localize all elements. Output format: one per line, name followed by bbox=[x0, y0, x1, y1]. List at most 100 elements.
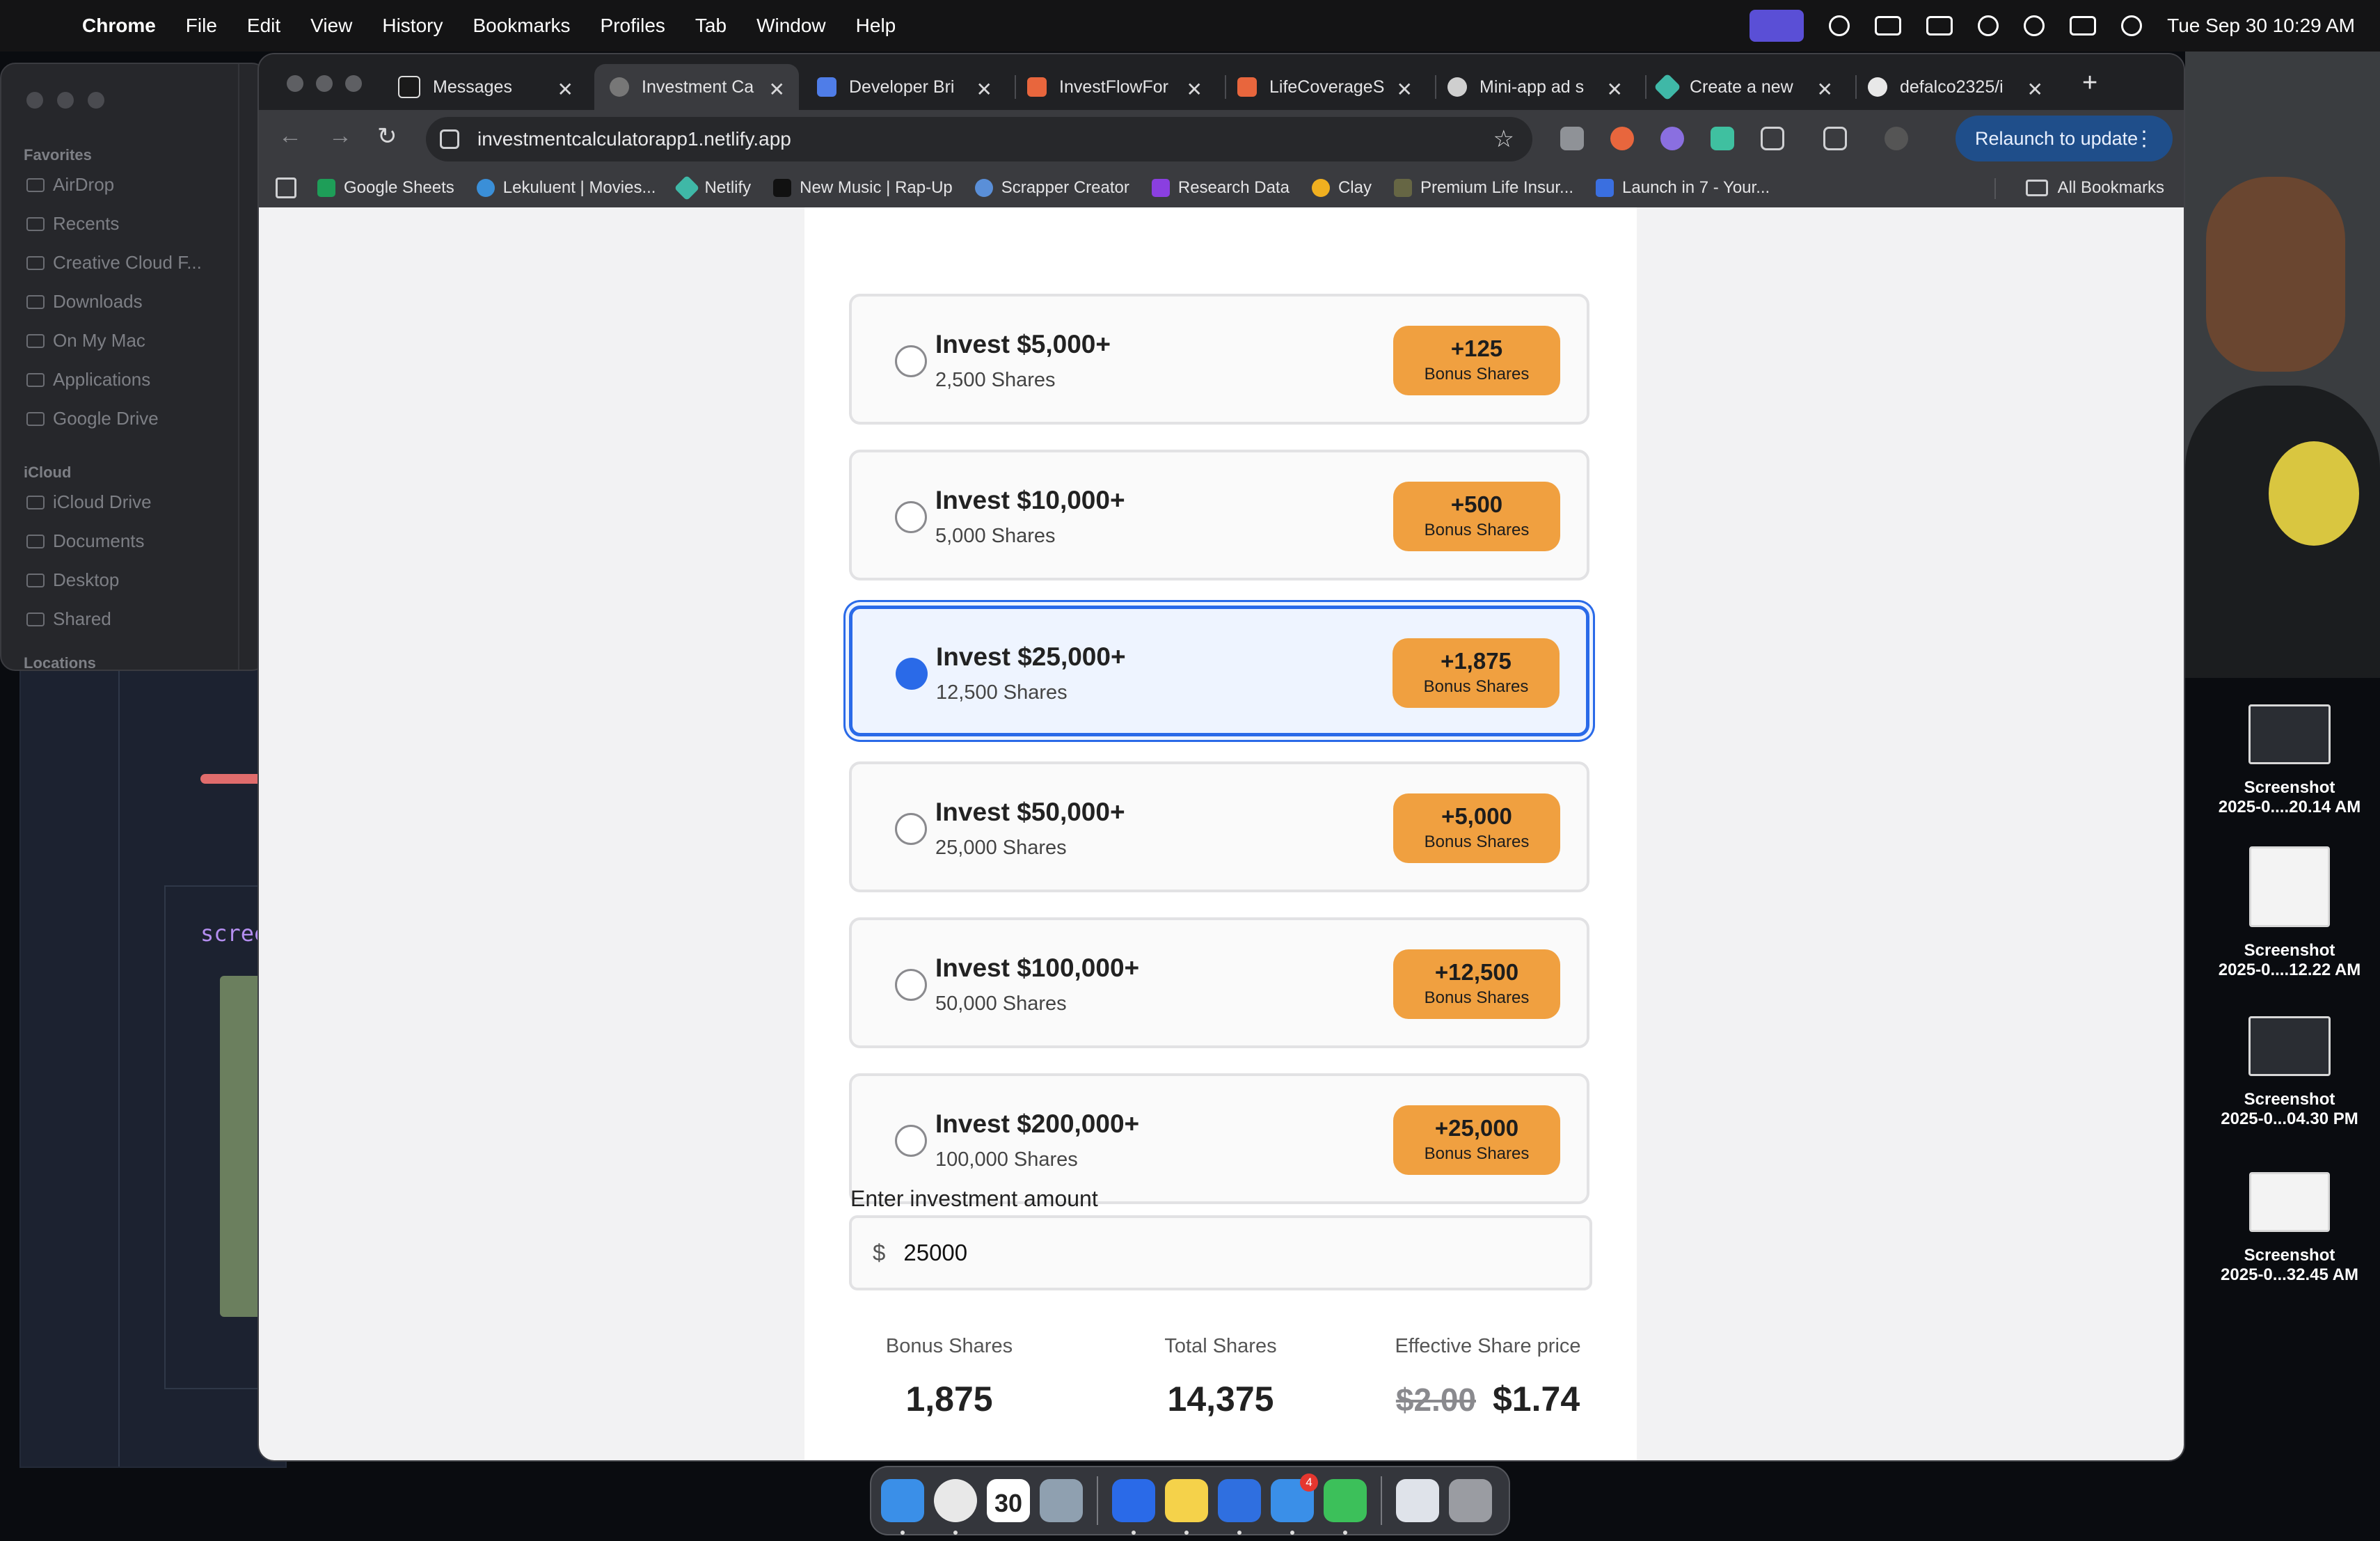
tier-option-25000[interactable]: Invest $25,000+ 12,500 Shares +1,875 Bon… bbox=[849, 606, 1589, 736]
close-icon[interactable]: ✕ bbox=[1187, 78, 1203, 101]
bookmark-premium-life[interactable]: Premium Life Insur... bbox=[1393, 178, 1573, 198]
tab-mini-app[interactable]: Mini-app ad s ✕ bbox=[1432, 64, 1637, 110]
menu-file[interactable]: File bbox=[186, 15, 217, 37]
radio-button[interactable] bbox=[895, 969, 927, 1001]
extension-icon[interactable] bbox=[1610, 127, 1634, 150]
new-tab-button[interactable]: + bbox=[2082, 68, 2097, 98]
investment-amount-input[interactable] bbox=[902, 1239, 1532, 1267]
avatar[interactable] bbox=[1885, 127, 1908, 150]
apps-grid-icon[interactable] bbox=[276, 177, 296, 198]
radio-button[interactable] bbox=[895, 345, 927, 377]
bookmark-research-data[interactable]: Research Data bbox=[1151, 178, 1290, 198]
finder-item-google-drive[interactable]: Google Drive bbox=[26, 408, 159, 429]
tier-option-10000[interactable]: Invest $10,000+ 5,000 Shares +500 Bonus … bbox=[849, 450, 1589, 580]
desktop-file[interactable]: Screenshot 2025-0....20.14 AM bbox=[2199, 704, 2380, 817]
finder-item-airdrop[interactable]: AirDrop bbox=[26, 174, 114, 196]
extension-icon[interactable] bbox=[1711, 127, 1734, 150]
extension-icon[interactable] bbox=[1660, 127, 1684, 150]
menu-profiles[interactable]: Profiles bbox=[601, 15, 665, 37]
tier-option-100000[interactable]: Invest $100,000+ 50,000 Shares +12,500 B… bbox=[849, 917, 1589, 1048]
tab-investflow[interactable]: InvestFlowFor ✕ bbox=[1012, 64, 1216, 110]
menu-clock[interactable]: Tue Sep 30 10:29 AM bbox=[2167, 15, 2355, 37]
all-bookmarks-button[interactable]: All Bookmarks bbox=[2025, 168, 2164, 207]
close-icon[interactable]: ✕ bbox=[1817, 78, 1833, 101]
desktop-file[interactable]: Screenshot 2025-0....12.22 AM bbox=[2199, 846, 2380, 980]
close-icon[interactable]: ✕ bbox=[2027, 78, 2043, 101]
menu-tab[interactable]: Tab bbox=[695, 15, 727, 37]
finder-item-recents[interactable]: Recents bbox=[26, 213, 119, 235]
relaunch-button[interactable]: Relaunch to update ⋮ bbox=[1955, 116, 2173, 161]
browser-minimize-button[interactable] bbox=[316, 75, 333, 92]
bookmark-scrapper[interactable]: Scrapper Creator bbox=[974, 178, 1129, 198]
browser-close-button[interactable] bbox=[287, 75, 303, 92]
finder-item-shared[interactable]: Shared bbox=[26, 608, 111, 630]
control-center-icon[interactable] bbox=[2070, 16, 2097, 35]
menu-view[interactable]: View bbox=[310, 15, 352, 37]
radio-button[interactable] bbox=[895, 813, 927, 845]
menu-help[interactable]: Help bbox=[856, 15, 896, 37]
finder-item-documents[interactable]: Documents bbox=[26, 530, 145, 552]
extension-icon[interactable] bbox=[1560, 127, 1584, 150]
tab-github[interactable]: defalco2325/i ✕ bbox=[1853, 64, 2057, 110]
menu-window[interactable]: Window bbox=[756, 15, 826, 37]
bookmark-netlify[interactable]: Netlify bbox=[674, 175, 751, 201]
back-icon[interactable]: ← bbox=[278, 123, 302, 150]
forward-icon[interactable]: → bbox=[328, 123, 352, 150]
more-menu-icon[interactable]: ⋮ bbox=[2134, 127, 2155, 151]
downloads-stack-icon[interactable] bbox=[1396, 1479, 1439, 1522]
calendar-icon[interactable]: 30 bbox=[987, 1479, 1030, 1522]
close-icon[interactable]: ✕ bbox=[557, 78, 573, 101]
desktop-file[interactable]: Screenshot 2025-0...32.45 AM bbox=[2199, 1172, 2380, 1285]
finder-icon[interactable] bbox=[881, 1479, 924, 1535]
close-icon[interactable]: ✕ bbox=[1607, 78, 1623, 101]
airplay-icon[interactable] bbox=[1829, 15, 1850, 36]
tab-create-new[interactable]: Create a new ✕ bbox=[1642, 64, 1847, 110]
bookmark-google-sheets[interactable]: Google Sheets bbox=[317, 178, 454, 198]
finder-item-on-my-mac[interactable]: On My Mac bbox=[26, 330, 145, 351]
trash-icon[interactable] bbox=[1449, 1479, 1492, 1522]
close-icon[interactable]: ✕ bbox=[976, 78, 992, 101]
finder-zoom-button[interactable] bbox=[88, 92, 104, 109]
tab-lifecoverage[interactable]: LifeCoverageS ✕ bbox=[1222, 64, 1427, 110]
address-bar[interactable]: investmentcalculatorapp1.netlify.app ☆ bbox=[426, 117, 1532, 161]
bookmark-launch[interactable]: Launch in 7 - Your... bbox=[1596, 178, 1770, 198]
bookmark-clay[interactable]: Clay bbox=[1311, 178, 1372, 198]
radio-button-selected[interactable] bbox=[896, 658, 928, 690]
finder-close-button[interactable] bbox=[26, 92, 43, 109]
menu-edit[interactable]: Edit bbox=[247, 15, 280, 37]
bookmark-star-icon[interactable]: ☆ bbox=[1493, 125, 1514, 153]
tier-option-200000[interactable]: Invest $200,000+ 100,000 Shares +25,000 … bbox=[849, 1073, 1589, 1204]
finder-item-applications[interactable]: Applications bbox=[26, 369, 150, 390]
finder-minimize-button[interactable] bbox=[57, 92, 74, 109]
close-icon[interactable]: ✕ bbox=[769, 78, 785, 101]
browser-zoom-button[interactable] bbox=[345, 75, 362, 92]
arc-icon[interactable] bbox=[1218, 1479, 1261, 1535]
puzzle-icon[interactable] bbox=[1761, 127, 1784, 150]
facetime-icon[interactable] bbox=[1324, 1479, 1367, 1535]
desktop-file[interactable]: Screenshot 2025-0...04.30 PM bbox=[2199, 1016, 2380, 1129]
tier-option-50000[interactable]: Invest $50,000+ 25,000 Shares +5,000 Bon… bbox=[849, 761, 1589, 892]
tab-investment-calculator[interactable]: Investment Ca ✕ bbox=[594, 64, 799, 110]
finder-item-downloads[interactable]: Downloads bbox=[26, 291, 143, 313]
bookmark-rap-up[interactable]: New Music | Rap-Up bbox=[773, 178, 953, 198]
finder-item-creative-cloud[interactable]: Creative Cloud F... bbox=[26, 252, 202, 274]
close-icon[interactable]: ✕ bbox=[1397, 78, 1413, 101]
mail-icon[interactable]: 4 bbox=[1271, 1473, 1318, 1535]
framer-icon[interactable] bbox=[1112, 1479, 1155, 1535]
battery-icon[interactable] bbox=[1926, 16, 1953, 35]
screen-share-icon[interactable] bbox=[1750, 10, 1804, 42]
siri-icon[interactable] bbox=[2121, 15, 2143, 36]
menu-history[interactable]: History bbox=[382, 15, 443, 37]
radio-button[interactable] bbox=[895, 501, 927, 533]
reload-icon[interactable]: ↻ bbox=[377, 123, 397, 150]
tab-messages[interactable]: Messages ✕ bbox=[383, 64, 587, 110]
search-icon[interactable] bbox=[2024, 15, 2045, 36]
tab-search-icon[interactable] bbox=[1823, 127, 1847, 150]
menu-bookmarks[interactable]: Bookmarks bbox=[473, 15, 570, 37]
tier-option-5000[interactable]: Invest $5,000+ 2,500 Shares +125 Bonus S… bbox=[849, 294, 1589, 425]
window-icon[interactable] bbox=[1875, 16, 1902, 35]
finder-item-desktop[interactable]: Desktop bbox=[26, 569, 119, 591]
menu-app-name[interactable]: Chrome bbox=[82, 15, 156, 37]
script-editor-icon[interactable] bbox=[1040, 1479, 1083, 1522]
amount-field[interactable]: $ bbox=[849, 1215, 1592, 1290]
